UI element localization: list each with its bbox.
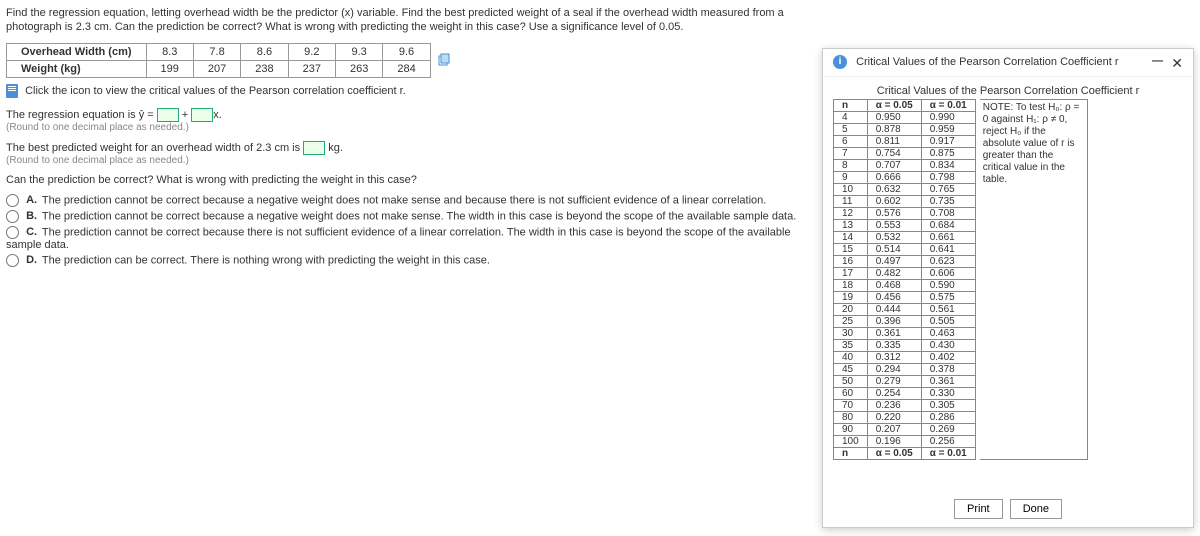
table-row: 400.3120.402 (834, 352, 976, 364)
critical-values-link[interactable]: Click the icon to view the critical valu… (25, 85, 406, 97)
table-row: 170.4820.606 (834, 268, 976, 280)
option-a-row: A. The prediction cannot be correct beca… (6, 194, 816, 207)
regression-equation-prompt: The regression equation is ŷ = + x. (6, 108, 816, 122)
data-table: Overhead Width (cm) 8.3 7.8 8.6 9.2 9.3 … (6, 43, 465, 78)
document-icon[interactable] (6, 84, 18, 98)
round-hint-1: (Round to one decimal place as needed.) (6, 122, 816, 133)
option-d-row: D. The prediction can be correct. There … (6, 254, 816, 267)
info-icon: i (833, 55, 847, 69)
print-button[interactable]: Print (954, 499, 1003, 519)
table-row: 1000.1960.256 (834, 436, 976, 448)
table-row: 110.6020.735 (834, 196, 976, 208)
table-row: 180.4680.590 (834, 280, 976, 292)
table-row: 80.7070.834 (834, 160, 976, 172)
option-c-row: C. The prediction cannot be correct beca… (6, 226, 816, 251)
option-a-radio[interactable] (6, 194, 19, 207)
option-b-radio[interactable] (6, 210, 19, 223)
option-b-text: The prediction cannot be correct because… (42, 210, 796, 222)
option-c-radio[interactable] (6, 226, 19, 239)
table-row: 90.6660.798 (834, 172, 976, 184)
option-c-text: The prediction cannot be correct because… (6, 226, 791, 251)
option-d-radio[interactable] (6, 254, 19, 267)
close-button[interactable]: ✕ (1171, 55, 1183, 72)
question-text: Find the regression equation, letting ov… (6, 6, 816, 35)
critical-values-table: n α = 0.05 α = 0.01 40.9500.99050.8780.9… (833, 99, 976, 460)
table-row: 150.5140.641 (834, 244, 976, 256)
mc-question: Can the prediction be correct? What is w… (6, 174, 816, 186)
table-row: 800.2200.286 (834, 412, 976, 424)
cv-table-title: Critical Values of the Pearson Correlati… (833, 85, 1183, 97)
table-row: 40.9500.990 (834, 112, 976, 124)
option-a-text: The prediction cannot be correct because… (42, 194, 766, 206)
table-row: 450.2940.378 (834, 364, 976, 376)
done-button[interactable]: Done (1010, 499, 1062, 519)
table-row: 70.7540.875 (834, 148, 976, 160)
table-row: 600.2540.330 (834, 388, 976, 400)
table-row: 500.2790.361 (834, 376, 976, 388)
option-d-text: The prediction can be correct. There is … (42, 254, 490, 266)
table-row: 190.4560.575 (834, 292, 976, 304)
row-label-weight: Weight (kg) (7, 60, 147, 77)
best-predicted-prompt: The best predicted weight for an overhea… (6, 141, 816, 155)
copy-icon[interactable] (437, 53, 451, 67)
table-row: 300.3610.463 (834, 328, 976, 340)
table-row: 160.4970.623 (834, 256, 976, 268)
intercept-input[interactable] (157, 108, 179, 122)
table-row: 140.5320.661 (834, 232, 976, 244)
table-row: 250.3960.505 (834, 316, 976, 328)
slope-input[interactable] (191, 108, 213, 122)
table-row: 900.2070.269 (834, 424, 976, 436)
critical-values-dialog: i Critical Values of the Pearson Correla… (822, 48, 1194, 528)
row-label-width: Overhead Width (cm) (7, 43, 147, 60)
table-row: 700.2360.305 (834, 400, 976, 412)
option-b-row: B. The prediction cannot be correct beca… (6, 210, 816, 223)
table-row: 350.3350.430 (834, 340, 976, 352)
table-row: 100.6320.765 (834, 184, 976, 196)
table-row: 130.5530.684 (834, 220, 976, 232)
table-row: 120.5760.708 (834, 208, 976, 220)
dialog-title: Critical Values of the Pearson Correlati… (856, 56, 1119, 68)
table-row: 200.4440.561 (834, 304, 976, 316)
table-row: 50.8780.959 (834, 124, 976, 136)
cv-note: NOTE: To test H₀: ρ = 0 against H₁: ρ ≠ … (980, 99, 1088, 460)
round-hint-2: (Round to one decimal place as needed.) (6, 155, 816, 166)
table-row: 60.8110.917 (834, 136, 976, 148)
predicted-weight-input[interactable] (303, 141, 325, 155)
minimize-button[interactable]: — (1152, 55, 1163, 67)
